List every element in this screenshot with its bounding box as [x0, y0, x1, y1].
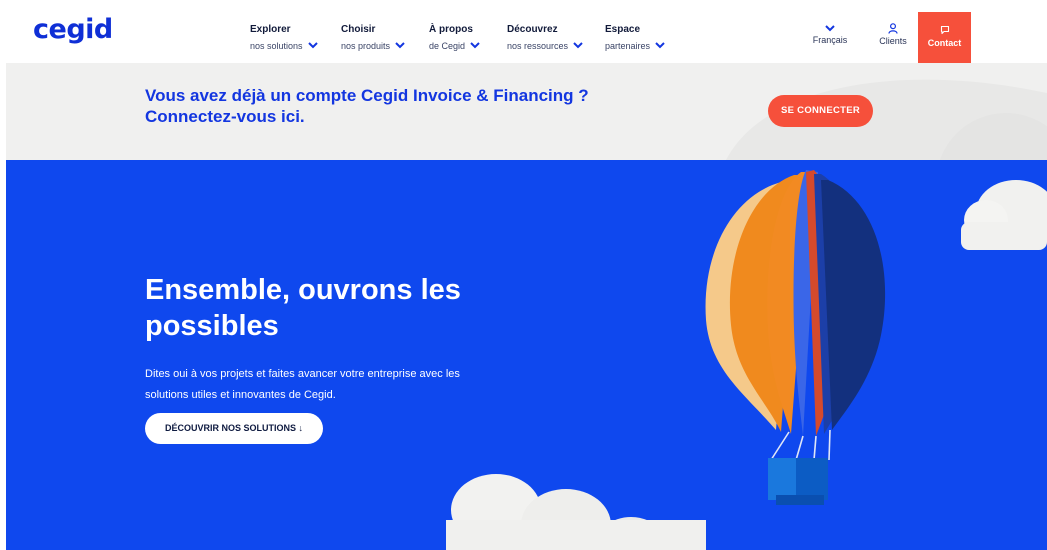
cegid-logo[interactable]: cegid	[33, 14, 113, 45]
balloon-envelope	[705, 170, 886, 436]
login-banner-title: Vous avez déjà un compte Cegid Invoice &…	[145, 85, 625, 127]
language-label: Français	[812, 35, 848, 45]
decouvrir-solutions-button[interactable]: DÉCOUVRIR NOS SOLUTIONS ↓	[145, 413, 323, 444]
hero-section: Ensemble, ouvrons les possibles Dites ou…	[6, 160, 1047, 550]
chevron-down-icon	[307, 42, 318, 49]
nav-choisir[interactable]: Choisir nos produits	[341, 24, 406, 54]
top-navigation-bar: cegid Explorer nos solutions Choisir nos…	[0, 0, 1047, 63]
chat-bubble-icon	[940, 25, 949, 35]
contact-label: Contact	[927, 38, 962, 48]
nav-a-propos[interactable]: À propos de Cegid	[429, 24, 481, 54]
se-connecter-button[interactable]: SE CONNECTER	[768, 95, 873, 127]
hero-title: Ensemble, ouvrons les possibles	[145, 274, 461, 342]
cloud-right	[961, 180, 1047, 250]
nav-explorer-subtitle: nos solutions	[250, 41, 303, 51]
chevron-down-icon	[655, 42, 665, 49]
user-icon	[888, 23, 898, 34]
nav-choisir-subtitle: nos produits	[341, 41, 391, 51]
login-banner: Vous avez déjà un compte Cegid Invoice &…	[6, 63, 1047, 160]
clients-link[interactable]: Clients	[873, 23, 913, 46]
nav-explorer[interactable]: Explorer nos solutions	[250, 24, 319, 54]
nav-decouvrez[interactable]: Découvrez nos ressources	[507, 24, 584, 54]
nav-decouvrez-title: Découvrez	[507, 24, 558, 35]
nav-a-propos-subtitle: de Cegid	[429, 41, 466, 51]
chevron-down-icon	[825, 25, 835, 32]
login-banner-title-line1: Vous avez déjà un compte Cegid Invoice &…	[145, 86, 589, 105]
clients-label: Clients	[879, 36, 907, 46]
nav-decouvrez-subtitle: nos ressources	[507, 41, 569, 51]
chevron-down-icon	[573, 42, 583, 49]
nav-espace[interactable]: Espace partenaires	[605, 24, 666, 54]
nav-espace-subtitle: partenaires	[605, 41, 651, 51]
nav-a-propos-title: À propos	[429, 24, 473, 35]
balloon-basket	[768, 458, 828, 505]
hero-description: Dites oui à vos projets et faites avance…	[145, 368, 460, 401]
login-banner-title-line2: Connectez-vous ici.	[145, 107, 305, 126]
nav-choisir-title: Choisir	[341, 24, 376, 35]
language-selector[interactable]: Français	[810, 23, 850, 45]
chevron-down-icon	[395, 42, 405, 49]
balloon-ropes	[770, 429, 831, 461]
hot-air-balloon-illustration	[446, 170, 1047, 550]
nav-explorer-title: Explorer	[250, 24, 291, 35]
contact-button[interactable]: Contact	[918, 12, 971, 63]
nav-espace-title: Espace	[605, 24, 641, 35]
chevron-down-icon	[470, 42, 480, 49]
cloud-bottom	[446, 474, 706, 550]
